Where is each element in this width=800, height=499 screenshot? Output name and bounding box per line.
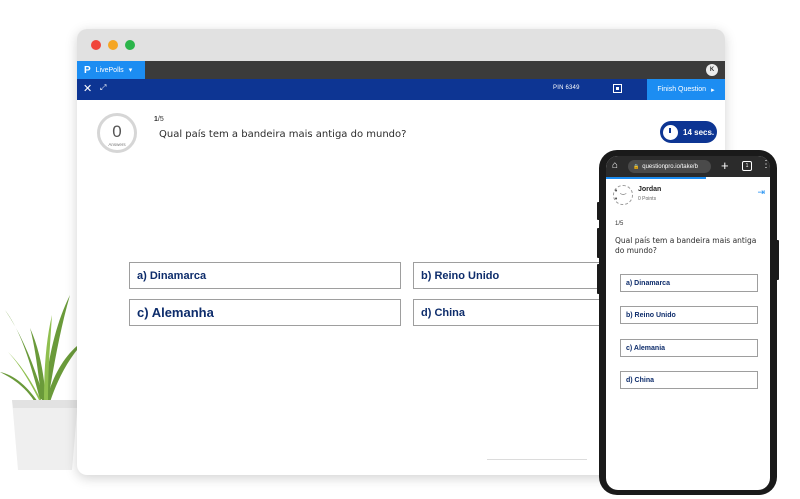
phone-side-button — [776, 240, 779, 280]
phone-side-button — [597, 264, 600, 294]
mobile-answer-option-a[interactable]: a) Dinamarca — [620, 274, 758, 292]
divider — [487, 459, 587, 460]
mobile-answer-option-b[interactable]: b) Reino Unido — [620, 306, 758, 324]
answers-counter: 0 Answers — [97, 113, 137, 167]
phone-screen: ⌂ 🔒 questionpro.io/take/b + 1 ⋮ • ‿ • Jo… — [606, 156, 770, 490]
mobile-phone: ⌂ 🔒 questionpro.io/take/b + 1 ⋮ • ‿ • Jo… — [597, 150, 779, 495]
mobile-answer-option-d[interactable]: d) China — [620, 371, 758, 389]
lock-icon: 🔒 — [633, 163, 640, 170]
chevron-down-icon: ▾ — [128, 67, 133, 74]
countdown-timer: 14 secs. — [660, 121, 717, 143]
livepolls-logo-icon: P — [84, 64, 91, 76]
session-pin: PIN 6349 — [553, 85, 580, 91]
app-bar: P LivePolls ▾ K — [77, 61, 725, 79]
mobile-browser-bar: ⌂ 🔒 questionpro.io/take/b + 1 ⋮ — [606, 156, 770, 177]
answer-option-c[interactable]: c) Alemanha — [129, 299, 401, 326]
user-points: 0 Points — [638, 196, 657, 202]
mobile-question-text: Qual país tem a bandeira mais antiga do … — [615, 236, 757, 255]
qr-code-icon[interactable] — [613, 84, 622, 93]
answer-option-a[interactable]: a) Dinamarca — [129, 262, 401, 289]
window-chrome — [77, 29, 725, 61]
clock-icon — [663, 124, 678, 140]
finish-question-button[interactable]: Finish Question ▸ — [647, 79, 725, 100]
logout-icon[interactable]: ⇥ — [757, 188, 765, 198]
user-avatar: • ‿ • — [613, 185, 633, 205]
mobile-answer-option-c[interactable]: c) Alemania — [620, 339, 758, 357]
tabs-count-icon[interactable]: 1 — [742, 161, 752, 171]
mobile-question-number: 1/5 — [615, 221, 624, 227]
user-name: Jordan — [638, 186, 662, 193]
livepolls-menu[interactable]: P LivePolls ▾ — [77, 61, 145, 79]
profile-avatar[interactable]: K — [706, 64, 718, 76]
presenter-toolbar: ✕ ⤢ PIN 6349 Finish Question ▸ — [77, 79, 725, 100]
page-load-bar — [606, 177, 706, 179]
close-icon[interactable]: ✕ — [83, 82, 92, 95]
finish-question-label: Finish Question — [657, 86, 707, 93]
more-menu-icon[interactable]: ⋮ — [761, 159, 770, 170]
answers-count: 0 — [112, 122, 122, 141]
question-total: /5 — [157, 116, 164, 123]
window-maximize-dot[interactable] — [125, 40, 135, 50]
url-bar[interactable]: 🔒 questionpro.io/take/b — [628, 160, 711, 173]
timer-value: 14 secs. — [683, 127, 715, 137]
answers-label: Answers — [108, 142, 126, 147]
screen: P LivePolls ▾ K ✕ ⤢ PIN 6349 Finish Ques… — [0, 0, 800, 499]
phone-side-button — [597, 202, 600, 220]
home-icon[interactable]: ⌂ — [612, 160, 618, 171]
question-number: 1/5 — [154, 116, 164, 123]
url-text: questionpro.io/take/b — [642, 163, 698, 170]
window-close-dot[interactable] — [91, 40, 101, 50]
fullscreen-icon[interactable]: ⤢ — [100, 83, 106, 93]
window-minimize-dot[interactable] — [108, 40, 118, 50]
phone-side-button — [597, 228, 600, 258]
play-arrow-icon: ▸ — [711, 86, 715, 94]
question-text: Qual país tem a bandeira mais antiga do … — [159, 129, 407, 140]
new-tab-icon[interactable]: + — [721, 158, 729, 173]
app-name: LivePolls — [95, 66, 124, 74]
